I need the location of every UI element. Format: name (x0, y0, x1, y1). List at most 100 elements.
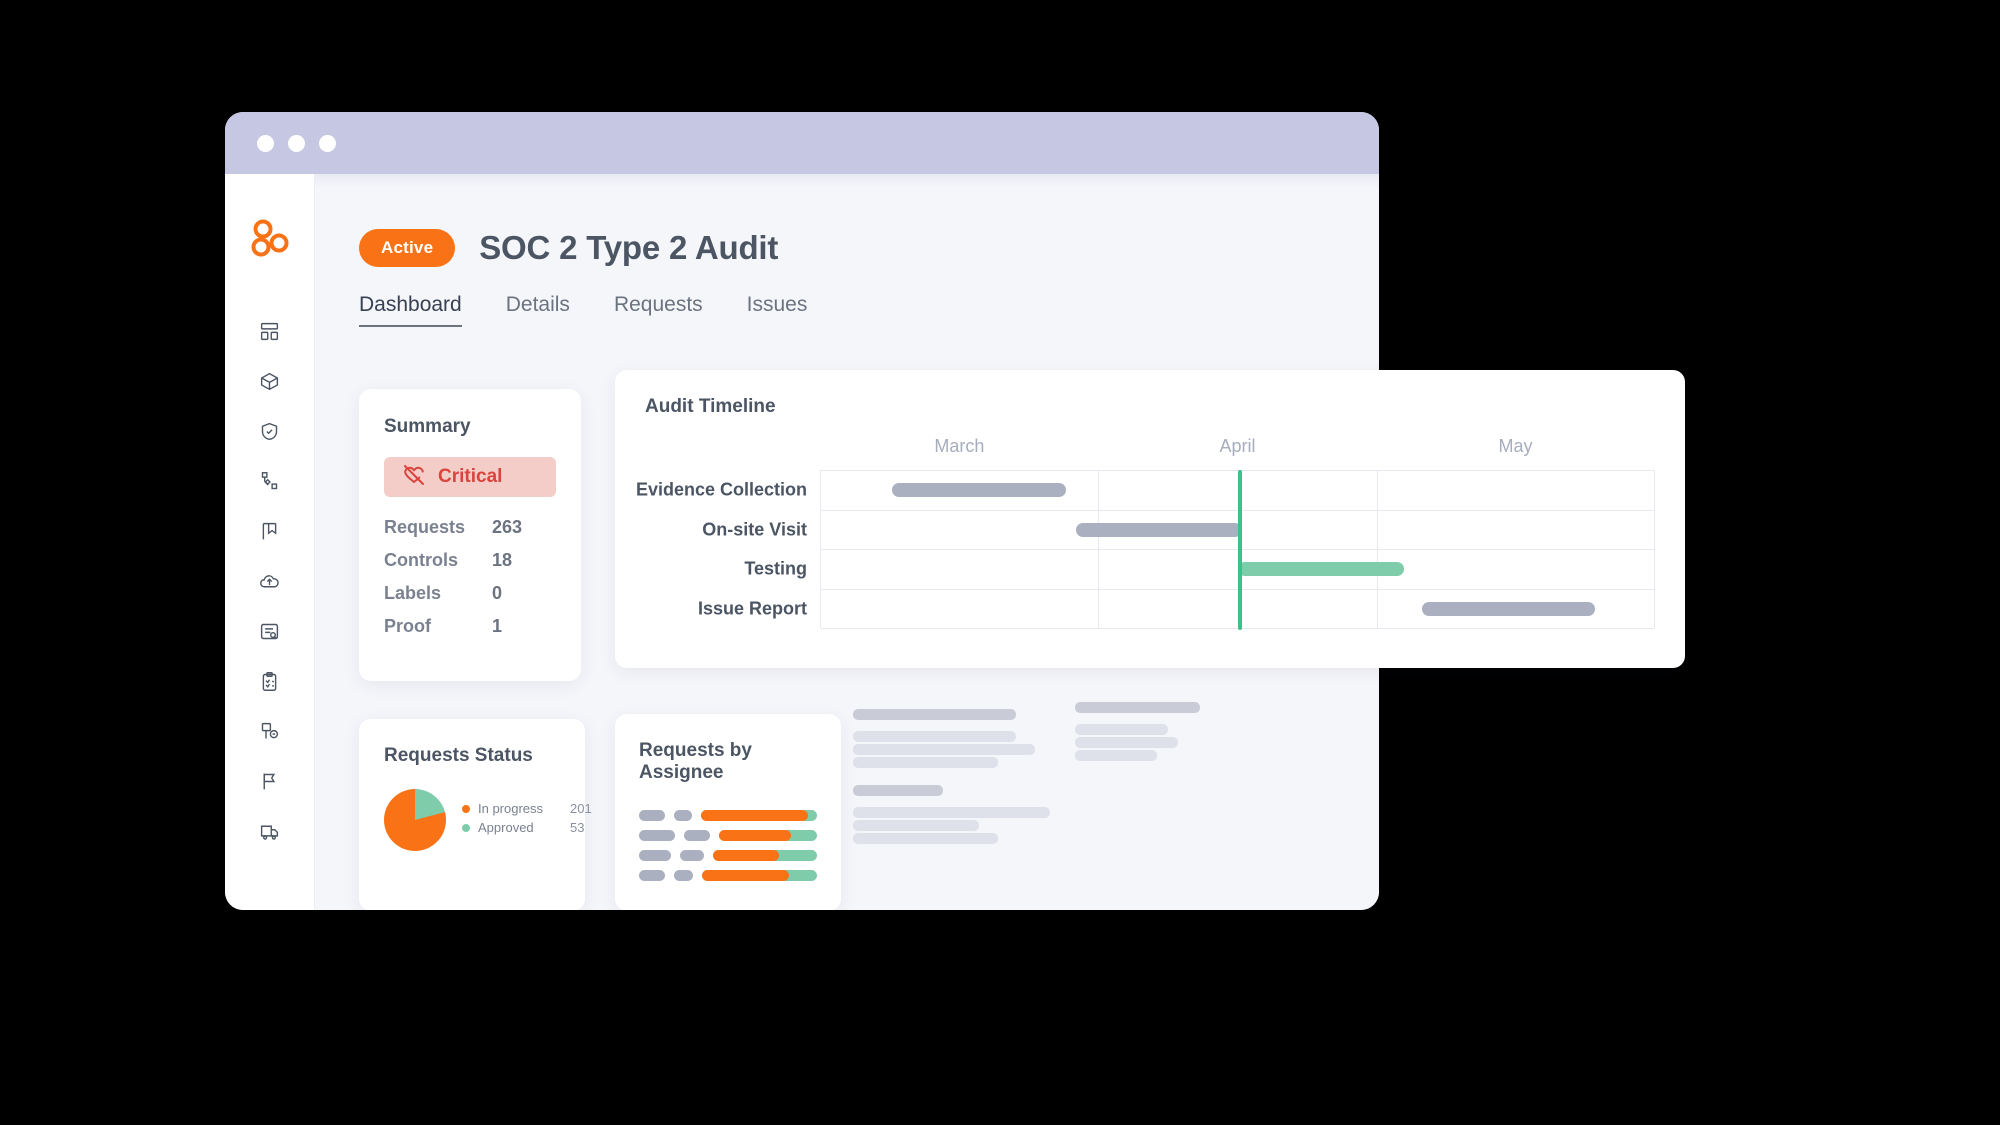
assignee-row (639, 830, 817, 841)
assignee-row (639, 810, 817, 821)
legend-value: 201 (570, 801, 592, 816)
sidebar-item-workflows[interactable] (248, 456, 292, 506)
skeleton-line (853, 757, 998, 768)
summary-row-labels: Labels 0 (384, 583, 556, 604)
assignee-name-placeholder (639, 830, 675, 841)
timeline-task-label: Evidence Collection (636, 480, 807, 501)
sidebar-item-dashboard[interactable] (248, 306, 292, 356)
page-title: SOC 2 Type 2 Audit (479, 229, 778, 267)
summary-value: 263 (492, 517, 522, 538)
summary-row-controls: Controls 18 (384, 550, 556, 571)
summary-key: Labels (384, 583, 492, 604)
timeline-month-label: April (1219, 436, 1255, 457)
pie-chart (384, 789, 446, 851)
summary-value: 1 (492, 616, 502, 637)
skeleton-line (1075, 702, 1200, 713)
assignee-meta-placeholder (674, 810, 693, 821)
assignee-stacked-bar (702, 870, 817, 881)
timeline-task-label: Testing (744, 559, 807, 580)
sidebar-item-flags[interactable] (248, 756, 292, 806)
close-icon[interactable] (257, 135, 274, 152)
skeleton-line (853, 820, 979, 831)
screenshot-stage: Active SOC 2 Type 2 Audit Dashboard Deta… (0, 0, 2000, 1125)
timeline-task-label: Issue Report (698, 598, 807, 619)
assignee-meta-placeholder (684, 830, 711, 841)
summary-key: Controls (384, 550, 492, 571)
tab-details[interactable]: Details (506, 293, 570, 327)
skeleton-line (853, 807, 1050, 818)
timeline-task-bar[interactable] (892, 483, 1066, 497)
sidebar-item-security[interactable] (248, 406, 292, 456)
requests-status-card: Requests Status In progress 201 Appr (359, 719, 585, 910)
sidebar-item-assets[interactable] (248, 356, 292, 406)
critical-label: Critical (438, 466, 502, 488)
pie-legend: In progress 201 Approved 53 (462, 801, 592, 839)
skeleton-line (853, 744, 1035, 755)
summary-value: 18 (492, 550, 512, 571)
app-logo[interactable] (248, 216, 292, 260)
requests-by-assignee-card: Requests by Assignee (615, 714, 841, 910)
sidebar (225, 174, 315, 910)
assignee-name-placeholder (639, 850, 671, 861)
sidebar-item-bookmarks[interactable] (248, 506, 292, 556)
legend-color-dot (462, 824, 470, 832)
requests-by-assignee-title: Requests by Assignee (639, 740, 817, 784)
legend-label: Approved (478, 820, 562, 835)
timeline-task-bar[interactable] (1238, 562, 1405, 576)
skeleton-line (853, 833, 998, 844)
status-badge[interactable]: Active (359, 229, 455, 267)
timeline-task-label: On-site Visit (702, 519, 807, 540)
timeline-month-label: March (934, 436, 984, 457)
summary-key: Requests (384, 517, 492, 538)
summary-title: Summary (384, 416, 556, 438)
timeline-today-marker (1238, 470, 1242, 630)
skeleton-line (853, 709, 1016, 720)
timeline-task-bar[interactable] (1422, 602, 1595, 616)
heart-off-icon (402, 463, 426, 492)
legend-value: 53 (570, 820, 584, 835)
legend-item-in-progress: In progress 201 (462, 801, 592, 816)
tab-issues[interactable]: Issues (747, 293, 808, 327)
audit-timeline-card: Audit Timeline MarchAprilMay Evidence Co… (615, 370, 1685, 668)
requests-status-chart: In progress 201 Approved 53 (384, 789, 560, 851)
summary-row-proof: Proof 1 (384, 616, 556, 637)
summary-key: Proof (384, 616, 492, 637)
assignee-row (639, 870, 817, 881)
assignee-row (639, 850, 817, 861)
assignee-stacked-bar (719, 830, 817, 841)
tab-dashboard[interactable]: Dashboard (359, 293, 462, 327)
requests-status-title: Requests Status (384, 745, 560, 767)
minimize-icon[interactable] (288, 135, 305, 152)
assignee-meta-placeholder (674, 870, 693, 881)
skeleton-line (1075, 724, 1168, 735)
audit-timeline-title: Audit Timeline (645, 396, 1655, 418)
summary-row-requests: Requests 263 (384, 517, 556, 538)
skeleton-line (853, 785, 943, 796)
skeleton-line (1075, 750, 1157, 761)
timeline-month-axis: MarchAprilMay (645, 436, 1655, 470)
summary-value: 0 (492, 583, 502, 604)
sidebar-item-tasks[interactable] (248, 656, 292, 706)
status-badge-critical[interactable]: Critical (384, 457, 556, 497)
sidebar-item-uploads[interactable] (248, 556, 292, 606)
sidebar-item-vendors[interactable] (248, 806, 292, 856)
maximize-icon[interactable] (319, 135, 336, 152)
legend-item-approved: Approved 53 (462, 820, 592, 835)
assignee-stacked-bar (713, 850, 817, 861)
legend-color-dot (462, 805, 470, 813)
timeline-task-bar[interactable] (1076, 523, 1243, 537)
tab-bar: Dashboard Details Requests Issues (359, 293, 1379, 327)
assignee-name-placeholder (639, 870, 665, 881)
sidebar-item-access[interactable] (248, 706, 292, 756)
content-top-fade (315, 174, 1379, 188)
tab-requests[interactable]: Requests (614, 293, 703, 327)
page-header: Active SOC 2 Type 2 Audit (359, 229, 1379, 267)
window-titlebar (225, 112, 1379, 174)
timeline-grid: Evidence CollectionOn-site VisitTestingI… (820, 470, 1655, 628)
assignee-name-placeholder (639, 810, 665, 821)
summary-rows: Requests 263 Controls 18 Labels 0 Proo (384, 517, 556, 637)
assignee-bar-list (639, 810, 817, 881)
sidebar-item-audit-search[interactable] (248, 606, 292, 656)
skeleton-line (853, 731, 1016, 742)
assignee-meta-placeholder (680, 850, 704, 861)
